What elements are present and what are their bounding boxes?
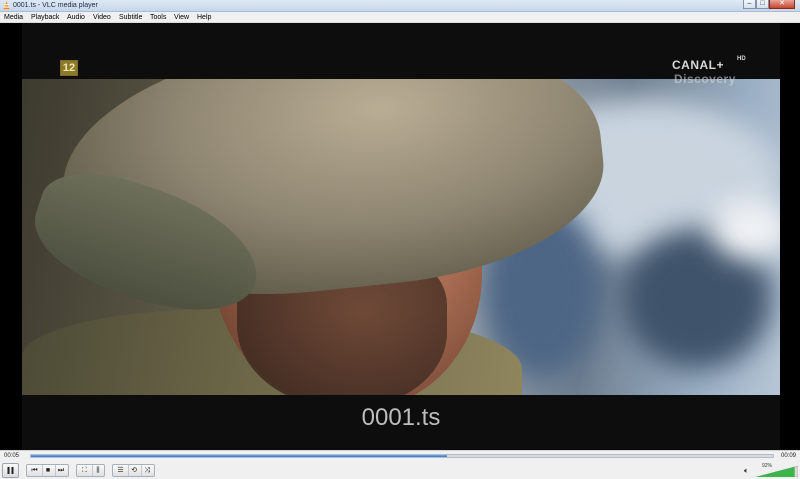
next-button[interactable]: ⏭ [55, 465, 66, 476]
elapsed-time: 00:05 [4, 453, 20, 459]
extended-settings-button[interactable]: ⫼ [92, 465, 103, 476]
controls-bar: 00:05 00:09 ⏮ ■ ⏭ ⛶ ⫼ ☰ ⟲ ⤨ [0, 450, 800, 479]
menu-audio[interactable]: Audio [67, 12, 85, 23]
channel-logo: CANAL+ HD Discovery [672, 56, 762, 90]
fullscreen-button[interactable]: ⛶ [79, 465, 90, 476]
playlist-group: ☰ ⟲ ⤨ [112, 464, 155, 477]
channel-logo-main: CANAL+ [672, 58, 725, 72]
channel-logo-hd: HD [737, 56, 746, 62]
maximize-button[interactable]: □ [756, 0, 769, 9]
title-bar: 0001.ts - VLC media player – □ ✕ [0, 0, 800, 12]
minimize-button[interactable]: – [743, 0, 756, 9]
view-group: ⛶ ⫼ [76, 464, 105, 477]
channel-logo-sub: Discovery [674, 72, 736, 86]
shuffle-button[interactable]: ⤨ [141, 465, 152, 476]
menu-bar: Media Playback Audio Video Subtitle Tool… [0, 12, 800, 23]
video-picture [22, 79, 780, 395]
menu-playback[interactable]: Playback [31, 12, 59, 23]
file-title-overlay: 0001.ts [361, 404, 441, 431]
menu-view[interactable]: View [174, 12, 189, 23]
vlc-cone-icon [3, 1, 10, 10]
stop-button[interactable]: ■ [42, 465, 53, 476]
loop-button[interactable]: ⟲ [128, 465, 139, 476]
menu-subtitle[interactable]: Subtitle [119, 12, 142, 23]
close-button[interactable]: ✕ [769, 0, 795, 9]
pause-button[interactable] [2, 463, 19, 478]
previous-button[interactable]: ⏮ [29, 465, 40, 476]
volume-slider[interactable] [756, 466, 798, 477]
menu-tools[interactable]: Tools [150, 12, 166, 23]
menu-video[interactable]: Video [93, 12, 111, 23]
menu-help[interactable]: Help [197, 12, 211, 23]
window-title: 0001.ts - VLC media player [13, 2, 98, 9]
total-time: 00:09 [781, 453, 797, 459]
seek-bar[interactable] [30, 454, 774, 458]
menu-media[interactable]: Media [4, 12, 23, 23]
playlist-button[interactable]: ☰ [115, 465, 126, 476]
speaker-icon[interactable]: 🔈︎ [744, 466, 754, 476]
transport-group: ⏮ ■ ⏭ [26, 464, 69, 477]
age-rating-badge: 12 [60, 60, 78, 76]
seek-bar-fill [31, 455, 447, 457]
pause-icon [7, 467, 14, 474]
